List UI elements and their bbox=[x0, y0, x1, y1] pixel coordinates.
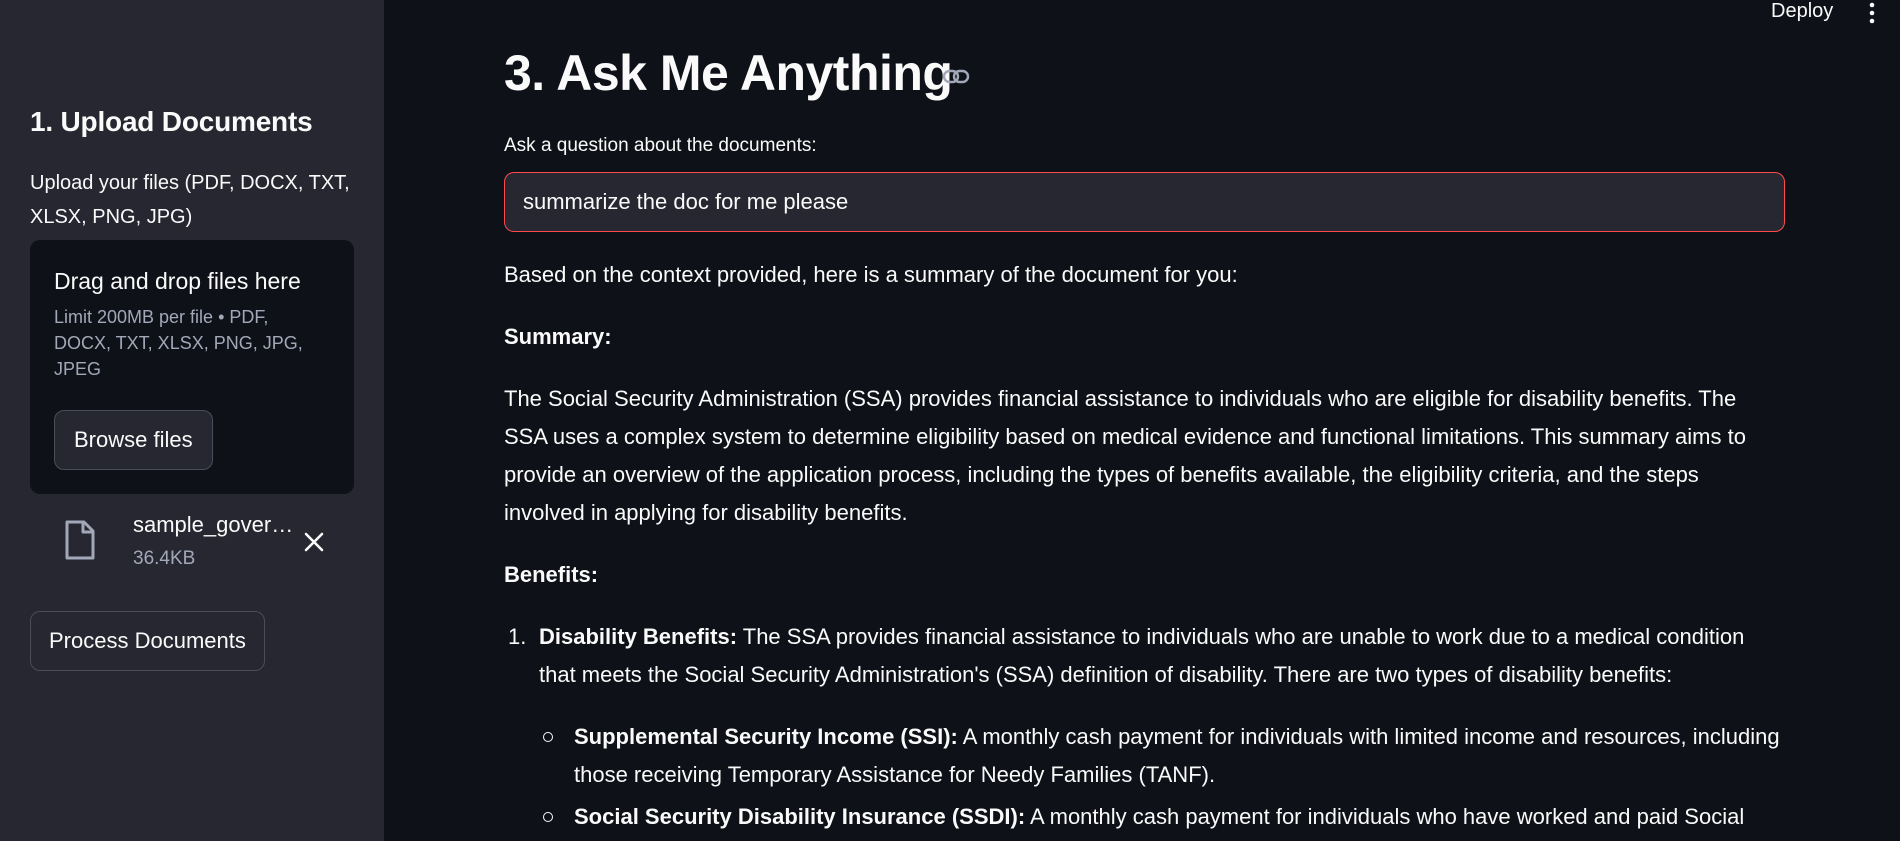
list-number: 1. bbox=[508, 624, 527, 649]
answer-intro: Based on the context provided, here is a… bbox=[504, 262, 1238, 287]
page-title: 3. Ask Me Anything bbox=[504, 45, 953, 101]
browse-files-button[interactable]: Browse files bbox=[54, 410, 213, 470]
dropzone-title: Drag and drop files here bbox=[54, 268, 301, 294]
summary-heading: Summary: bbox=[504, 324, 612, 349]
benefits-heading: Benefits: bbox=[504, 562, 599, 587]
close-icon[interactable] bbox=[300, 528, 328, 556]
process-documents-button[interactable]: Process Documents bbox=[30, 611, 265, 671]
benefits-list: 1. Disability Benefits: The SSA provides… bbox=[504, 618, 1784, 836]
file-dropzone[interactable]: Drag and drop files here Limit 200MB per… bbox=[30, 240, 354, 494]
dropzone-hint: Limit 200MB per file • PDF, DOCX, TXT, X… bbox=[54, 307, 303, 379]
list-item: 1. Disability Benefits: The SSA provides… bbox=[504, 618, 1784, 836]
bullet-icon bbox=[543, 812, 553, 822]
list-item-title: Supplemental Security Income (SSI): bbox=[574, 724, 958, 749]
sidebar: 1. Upload Documents Upload your files (P… bbox=[0, 0, 384, 841]
file-size: 36.4KB bbox=[133, 548, 196, 569]
deploy-button[interactable]: Deploy bbox=[1771, 0, 1833, 26]
link-icon[interactable] bbox=[942, 66, 970, 88]
file-name: sample_government_document bbox=[133, 512, 298, 537]
question-label: Ask a question about the documents: bbox=[504, 135, 817, 156]
summary-text: The Social Security Administration (SSA)… bbox=[504, 386, 1746, 525]
sidebar-title: 1. Upload Documents bbox=[30, 106, 313, 137]
answer-block: Based on the context provided, here is a… bbox=[504, 256, 1784, 840]
question-input[interactable] bbox=[504, 172, 1785, 232]
kebab-menu-icon[interactable] bbox=[1864, 2, 1880, 24]
bullet-icon bbox=[543, 732, 553, 742]
uploaded-file-item: sample_government_document 36.4KB bbox=[30, 508, 354, 578]
list-item-title: Social Security Disability Insurance (SS… bbox=[574, 804, 1026, 829]
app-root: 1. Upload Documents Upload your files (P… bbox=[0, 0, 1900, 841]
file-icon bbox=[65, 520, 95, 560]
list-item-title: Disability Benefits: bbox=[539, 624, 738, 649]
list-item: Social Security Disability Insurance (SS… bbox=[539, 798, 1784, 836]
list-item-text: A monthly cash payment for individuals w… bbox=[1025, 804, 1745, 829]
upload-label: Upload your files (PDF, DOCX, TXT, XLSX,… bbox=[30, 172, 350, 228]
benefit-types-list: Supplemental Security Income (SSI): A mo… bbox=[539, 718, 1784, 836]
list-item: Supplemental Security Income (SSI): A mo… bbox=[539, 718, 1784, 794]
